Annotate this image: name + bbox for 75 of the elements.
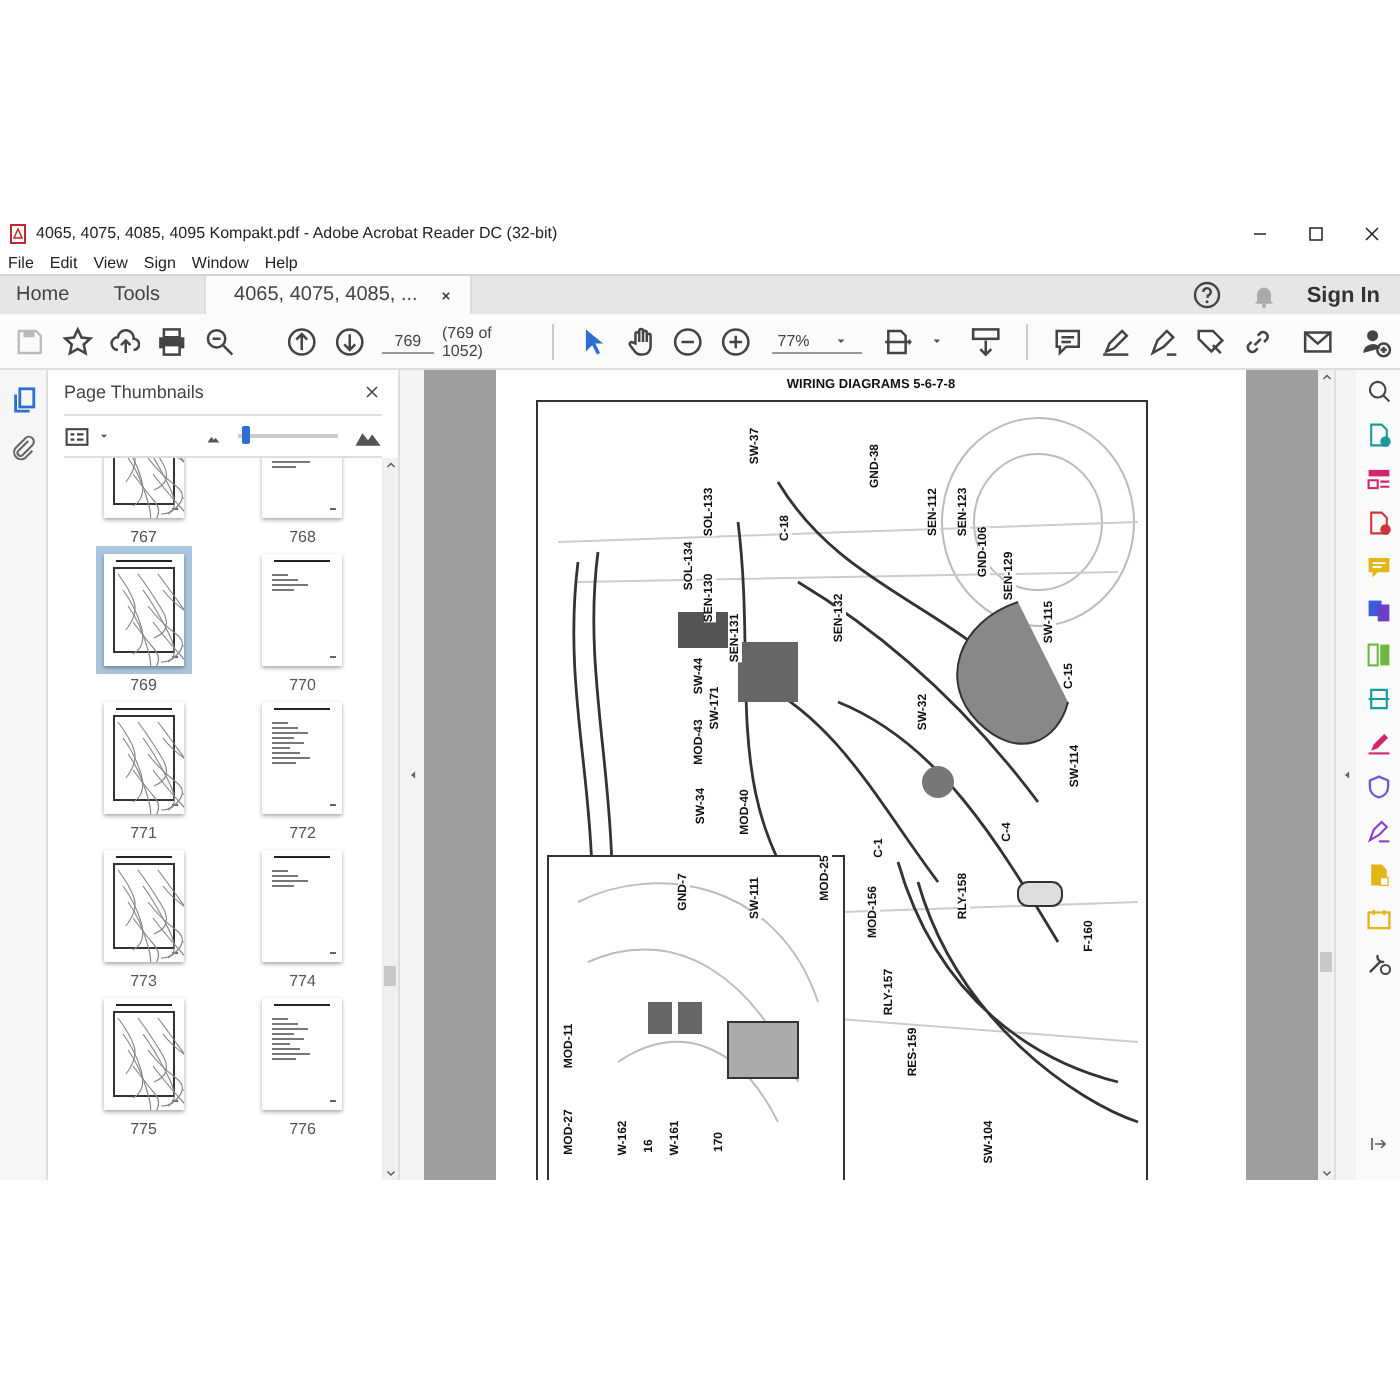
scrollbar-thumb[interactable] bbox=[1320, 952, 1332, 972]
slider-thumb[interactable] bbox=[242, 426, 250, 444]
panel-title: Page Thumbnails bbox=[64, 382, 204, 402]
page-number-label: 771 bbox=[130, 824, 157, 842]
sign-in-link[interactable]: Sign In bbox=[1306, 283, 1380, 307]
page-number-label: 773 bbox=[130, 972, 157, 990]
menu-item[interactable]: Window bbox=[191, 253, 249, 271]
menu-item[interactable]: View bbox=[93, 253, 128, 271]
menu-item[interactable]: Help bbox=[264, 253, 298, 271]
page-number-label: 774 bbox=[289, 972, 316, 990]
zoom-search-icon[interactable] bbox=[1365, 378, 1391, 404]
paperclip-icon[interactable] bbox=[9, 434, 37, 462]
star-icon[interactable] bbox=[61, 325, 93, 357]
menu-item[interactable]: Sign bbox=[143, 253, 176, 271]
zoom-search-icon[interactable] bbox=[204, 325, 236, 357]
tab[interactable]: 4065, 4075, 4085, ... bbox=[204, 276, 472, 314]
page-number-label: 772 bbox=[289, 824, 316, 842]
page-thumbnail[interactable] bbox=[95, 546, 192, 674]
scrollbar-thumb[interactable] bbox=[384, 966, 396, 986]
page-number-label: 770 bbox=[289, 676, 316, 694]
pages-icon[interactable] bbox=[9, 386, 37, 414]
shield-icon[interactable] bbox=[1365, 774, 1391, 800]
page-number-label: 775 bbox=[130, 1120, 157, 1138]
zoom-out-icon[interactable] bbox=[672, 325, 705, 357]
page-count: (769 of 1052) bbox=[441, 323, 494, 359]
hand-icon[interactable] bbox=[625, 325, 657, 357]
tab[interactable]: Tools bbox=[89, 276, 181, 314]
pdf-file-icon bbox=[8, 223, 28, 243]
signature-icon[interactable] bbox=[1365, 818, 1391, 844]
page-number-label: 768 bbox=[289, 528, 316, 546]
scan-document-icon[interactable] bbox=[1365, 686, 1391, 712]
create-pdf-icon[interactable] bbox=[1365, 510, 1391, 536]
scroll-down-icon[interactable] bbox=[1319, 1166, 1333, 1180]
scroll-up-icon[interactable] bbox=[383, 458, 397, 472]
translate-document-icon[interactable] bbox=[1365, 598, 1391, 624]
close-button[interactable] bbox=[1362, 223, 1382, 243]
menu-item[interactable]: Edit bbox=[49, 253, 78, 271]
zoom-in-icon[interactable] bbox=[720, 325, 752, 357]
pen-icon[interactable] bbox=[1099, 325, 1132, 357]
fit-page-icon[interactable] bbox=[881, 325, 914, 357]
maximize-button[interactable] bbox=[1306, 223, 1326, 243]
mail-icon[interactable] bbox=[1301, 325, 1333, 357]
close-icon[interactable] bbox=[362, 382, 382, 402]
signature-icon[interactable] bbox=[1147, 325, 1179, 357]
add-user-icon[interactable] bbox=[1360, 325, 1393, 357]
link-share-icon[interactable] bbox=[1242, 325, 1274, 357]
tab[interactable]: Home bbox=[0, 276, 90, 314]
page-number-label: 769 bbox=[130, 676, 157, 694]
caret-icon bbox=[98, 430, 110, 442]
page-number-field[interactable]: 769 bbox=[381, 329, 434, 353]
scroll-mode-icon[interactable] bbox=[970, 325, 1003, 357]
collapse-panel-icon[interactable] bbox=[1339, 768, 1353, 782]
scroll-up-icon[interactable] bbox=[1319, 370, 1333, 384]
page-number-label: 767 bbox=[130, 528, 157, 546]
organize-pages-icon[interactable] bbox=[1365, 466, 1391, 492]
previous-page-icon[interactable] bbox=[286, 325, 319, 357]
caret-icon bbox=[929, 334, 943, 348]
export-pdf-icon[interactable] bbox=[1365, 422, 1391, 448]
page-number-label: 776 bbox=[289, 1120, 316, 1138]
edit-pen-icon[interactable] bbox=[1365, 730, 1391, 756]
next-page-icon[interactable] bbox=[334, 325, 366, 357]
menu-item[interactable]: File bbox=[8, 253, 34, 271]
comment-icon[interactable] bbox=[1052, 325, 1084, 357]
thumbnail-options-icon[interactable] bbox=[64, 423, 90, 449]
zoom-dropdown[interactable]: 77% bbox=[771, 329, 862, 353]
expand-panel-icon[interactable] bbox=[1368, 1134, 1388, 1154]
print-icon[interactable] bbox=[156, 325, 188, 357]
add-tool-icon[interactable] bbox=[1365, 950, 1391, 976]
cloud-upload-icon[interactable] bbox=[109, 325, 141, 357]
window-title: 4065, 4075, 4085, 4095 Kompakt.pdf - Adobe Acrobat Reader DC (32-bit) bbox=[36, 224, 558, 242]
stamp-icon[interactable] bbox=[1194, 325, 1227, 357]
close-icon[interactable] bbox=[437, 287, 454, 303]
scroll-down-icon[interactable] bbox=[383, 1166, 397, 1180]
collapse-panel-icon[interactable] bbox=[405, 768, 419, 782]
help-icon[interactable] bbox=[1192, 280, 1223, 310]
